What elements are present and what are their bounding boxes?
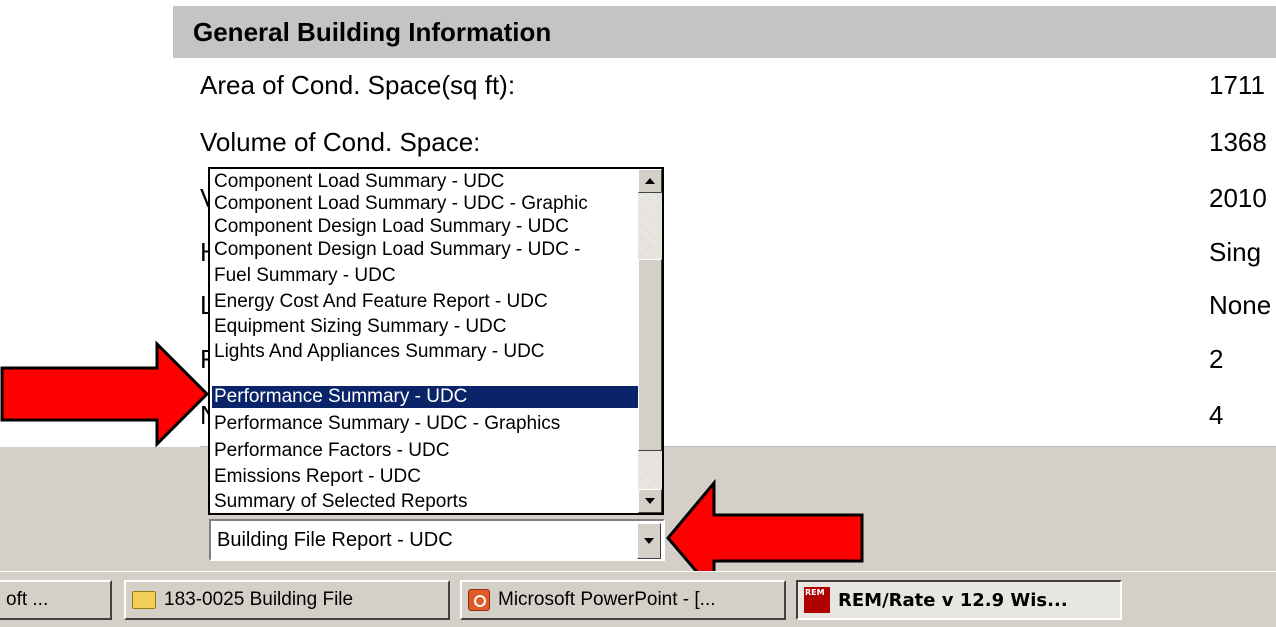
taskbar-button-rem-rate[interactable]: REM REM/Rate v 12.9 Wis...: [796, 580, 1122, 620]
taskbar-button-label: 183-0025 Building File: [164, 589, 354, 610]
taskbar-button-label: REM/Rate v 12.9 Wis...: [838, 589, 1068, 611]
rem-rate-icon-text: REM: [805, 588, 825, 597]
red-arrow-icon: [0, 340, 210, 448]
taskbar-button-label: oft ...: [6, 589, 49, 610]
taskbar-button-folder[interactable]: 183-0025 Building File: [124, 580, 450, 620]
taskbar-button-powerpoint[interactable]: Microsoft PowerPoint - [...: [460, 580, 786, 620]
annotation-layer: [0, 340, 864, 597]
taskbar: oft ... 183-0025 Building File Microsoft…: [0, 571, 1276, 627]
folder-icon: [132, 591, 156, 609]
taskbar-button[interactable]: oft ...: [0, 580, 112, 620]
taskbar-button-label: Microsoft PowerPoint - [...: [498, 589, 716, 610]
powerpoint-icon: [468, 589, 490, 611]
rem-rate-icon: REM: [804, 587, 830, 613]
